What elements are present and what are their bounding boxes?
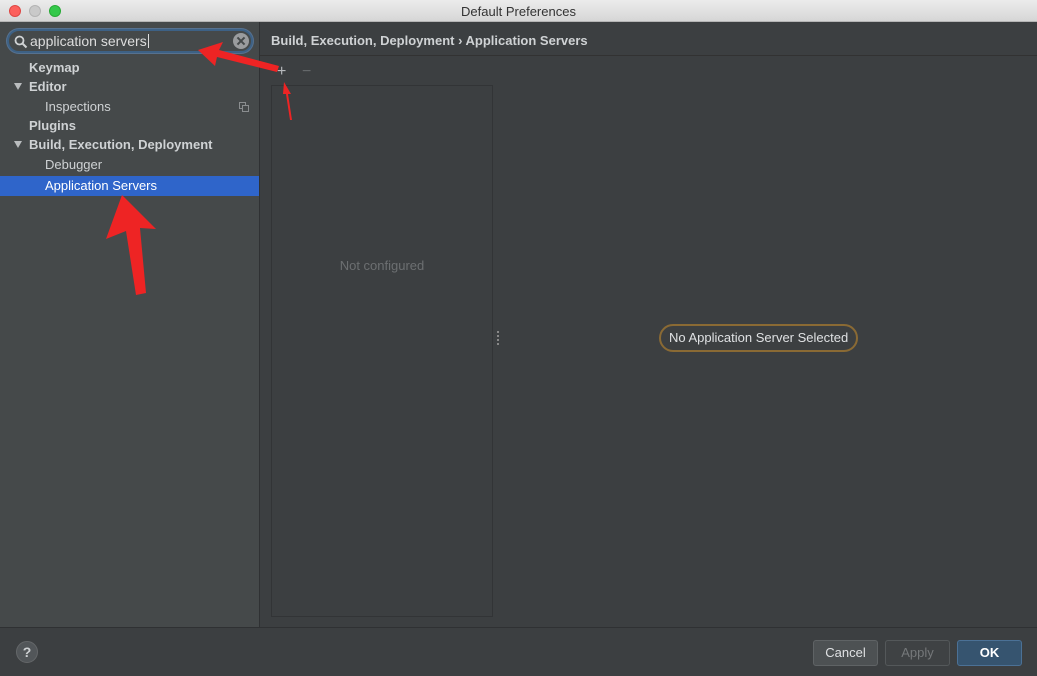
ok-button[interactable]: OK bbox=[957, 640, 1022, 666]
tree-item-editor[interactable]: Editor bbox=[0, 77, 259, 97]
tree-item-plugins[interactable]: Plugins bbox=[0, 116, 259, 136]
settings-content: Build, Execution, Deployment › Applicati… bbox=[260, 22, 1037, 627]
search-icon bbox=[14, 35, 28, 49]
application-server-list[interactable]: Not configured bbox=[271, 85, 493, 617]
add-server-button[interactable]: + bbox=[277, 64, 286, 80]
tree-item-keymap[interactable]: Keymap bbox=[0, 58, 259, 78]
breadcrumb: Build, Execution, Deployment › Applicati… bbox=[271, 33, 588, 48]
tree-item-label: Inspections bbox=[45, 99, 111, 114]
panel-splitter-handle[interactable] bbox=[497, 331, 500, 347]
tree-item-label: Editor bbox=[29, 79, 67, 94]
search-input[interactable]: application servers bbox=[30, 33, 149, 49]
tree-item-label: Debugger bbox=[45, 157, 103, 172]
empty-list-text: Not configured bbox=[339, 258, 425, 273]
tree-item-label: Build, Execution, Deployment bbox=[29, 137, 213, 152]
tree-item-label: Keymap bbox=[29, 60, 80, 75]
dialog-footer: ? Cancel Apply OK bbox=[0, 627, 1037, 676]
remove-server-button[interactable]: − bbox=[302, 64, 311, 80]
cancel-button[interactable]: Cancel bbox=[813, 640, 878, 666]
title-bar: Default Preferences bbox=[0, 0, 1037, 22]
settings-search-field[interactable]: application servers bbox=[7, 29, 253, 53]
tree-item-application-servers[interactable]: Application Servers bbox=[0, 176, 259, 196]
tree-item-debugger[interactable]: Debugger bbox=[0, 155, 259, 175]
header-divider bbox=[260, 55, 1037, 56]
settings-sidebar: application servers Keymap Editor Inspec… bbox=[0, 22, 260, 627]
window-title: Default Preferences bbox=[461, 4, 576, 19]
help-button[interactable]: ? bbox=[16, 641, 38, 663]
tree-item-build-execution-deployment[interactable]: Build, Execution, Deployment bbox=[0, 135, 259, 155]
triangle-down-icon[interactable] bbox=[14, 83, 22, 90]
tree-item-inspections[interactable]: Inspections bbox=[0, 97, 259, 117]
copy-icon bbox=[239, 102, 249, 112]
no-selection-status: No Application Server Selected bbox=[659, 324, 859, 352]
triangle-down-icon[interactable] bbox=[14, 141, 22, 148]
tree-item-label: Application Servers bbox=[45, 178, 157, 193]
apply-button[interactable]: Apply bbox=[885, 640, 950, 666]
clear-icon[interactable] bbox=[233, 33, 249, 49]
tree-item-label: Plugins bbox=[29, 118, 76, 133]
